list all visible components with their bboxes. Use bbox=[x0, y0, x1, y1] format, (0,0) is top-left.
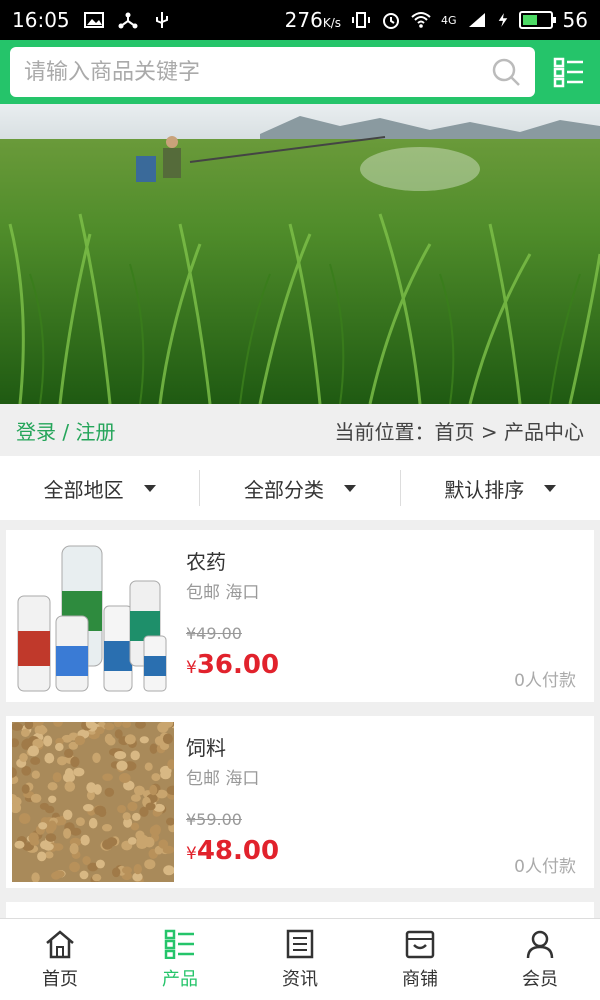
login-link[interactable]: 登录 bbox=[16, 420, 56, 444]
filter-label: 全部地区 bbox=[43, 477, 124, 502]
charging-icon bbox=[498, 13, 507, 27]
filter-region-dropdown[interactable]: 全部地区 bbox=[0, 470, 199, 506]
product-image bbox=[12, 536, 174, 696]
nav-label: 会员 bbox=[522, 968, 558, 990]
nav-store[interactable]: 商铺 bbox=[360, 919, 480, 1000]
chevron-down-icon bbox=[343, 484, 356, 492]
nav-label: 产品 bbox=[162, 968, 198, 990]
signal-icon bbox=[468, 13, 485, 27]
search-input[interactable] bbox=[24, 59, 491, 85]
usb-icon bbox=[155, 12, 168, 28]
auth-separator: / bbox=[62, 419, 70, 444]
network-speed: 276K/s bbox=[284, 8, 342, 32]
product-old-price: ¥49.00 bbox=[186, 624, 242, 643]
image-icon bbox=[83, 12, 104, 28]
filter-label: 默认排序 bbox=[444, 477, 525, 502]
nav-home[interactable]: 首页 bbox=[0, 919, 120, 1000]
bottom-nav: 首页 产品 资讯 商铺 会员 bbox=[0, 918, 600, 1000]
vibrate-icon bbox=[352, 12, 371, 28]
product-name[interactable]: 农药 bbox=[186, 546, 226, 575]
search-header bbox=[0, 40, 600, 104]
chevron-down-icon bbox=[143, 484, 156, 492]
auth-links: 登录 / 注册 bbox=[16, 416, 115, 445]
status-bar: 16:05 276K/s 4G 56 bbox=[0, 0, 600, 40]
product-shipping: 包邮 海口 bbox=[186, 769, 260, 789]
product-price: ¥36.00 bbox=[186, 650, 280, 680]
location-bar: 登录 / 注册 当前位置：首页 > 产品中心 bbox=[0, 404, 600, 456]
category-menu-button[interactable] bbox=[549, 52, 589, 92]
network-type: 4G bbox=[441, 13, 457, 27]
alarm-icon bbox=[383, 13, 400, 29]
wifi-icon bbox=[411, 12, 431, 28]
list-menu-icon bbox=[553, 57, 583, 88]
nav-label: 资讯 bbox=[282, 968, 318, 990]
filter-label: 全部分类 bbox=[243, 477, 324, 502]
filter-category-dropdown[interactable]: 全部分类 bbox=[199, 470, 399, 506]
product-shipping: 包邮 海口 bbox=[186, 583, 260, 603]
nav-label: 商铺 bbox=[402, 968, 438, 990]
battery-percent: 56 bbox=[562, 8, 588, 32]
product-name[interactable]: 饲料 bbox=[186, 732, 226, 761]
store-icon bbox=[405, 930, 435, 958]
nav-products[interactable]: 产品 bbox=[120, 919, 240, 1000]
battery-icon bbox=[518, 11, 556, 29]
products-icon bbox=[164, 929, 194, 959]
share-icon bbox=[118, 12, 138, 29]
member-icon bbox=[526, 930, 554, 958]
news-icon bbox=[286, 929, 314, 958]
nav-member[interactable]: 会员 bbox=[480, 919, 600, 1000]
filter-bar: 全部地区 全部分类 默认排序 bbox=[0, 456, 600, 520]
product-card[interactable]: 农药 包邮 海口 ¥49.00 ¥36.00 0人付款 bbox=[6, 530, 594, 702]
product-image bbox=[12, 722, 174, 882]
chevron-down-icon bbox=[544, 484, 557, 492]
product-card[interactable]: 饲料 包邮 海口 ¥59.00 ¥48.00 0人付款 bbox=[6, 716, 594, 888]
search-icon[interactable] bbox=[491, 57, 521, 87]
breadcrumb: 当前位置：首页 > 产品中心 bbox=[334, 419, 584, 444]
search-bar[interactable] bbox=[10, 47, 535, 97]
register-link[interactable]: 注册 bbox=[75, 420, 115, 444]
product-price: ¥48.00 bbox=[186, 836, 280, 866]
nav-news[interactable]: 资讯 bbox=[240, 919, 360, 1000]
product-paid-count: 0人付款 bbox=[514, 857, 576, 877]
product-old-price: ¥59.00 bbox=[186, 810, 242, 829]
filter-sort-dropdown[interactable]: 默认排序 bbox=[399, 470, 600, 506]
product-paid-count: 0人付款 bbox=[514, 671, 576, 691]
nav-label: 首页 bbox=[42, 968, 78, 990]
banner-image[interactable] bbox=[0, 104, 600, 404]
home-icon bbox=[46, 929, 74, 958]
status-time: 16:05 bbox=[12, 8, 70, 32]
